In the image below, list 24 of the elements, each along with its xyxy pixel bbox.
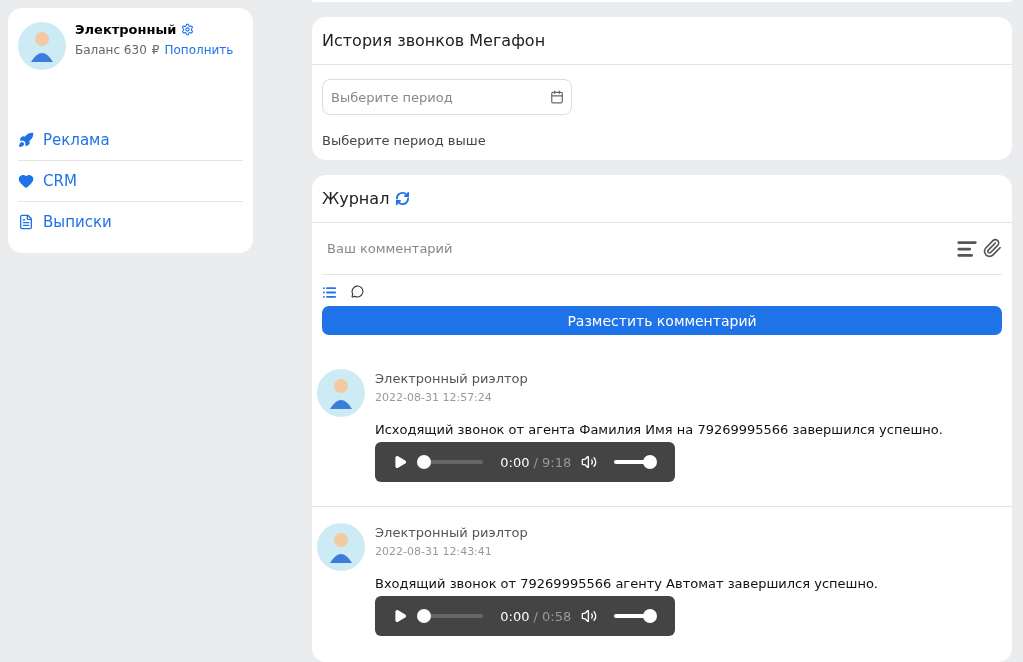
hint-text: Выберите период выше [322,133,487,148]
currency-sign: ₽ [151,43,160,57]
topup-link[interactable]: Пополнить [164,43,234,57]
period-field[interactable]: Выберите период [322,79,572,115]
balance-text: Баланс 630 [75,43,147,57]
submit-button[interactable]: Разместить комментарий [322,306,1002,335]
author-name: Электронный риэлтор [375,371,529,386]
author-name: Электронный риэлтор [375,525,529,540]
sidebar-link[interactable]: CRM [18,161,243,202]
user-name: Электронный [75,22,177,37]
sidebar-link[interactable]: Выписки [18,202,243,242]
current-time: 0:00 [500,454,530,470]
duration-time: / 0:58 [533,608,572,624]
current-time: 0:00 [500,608,530,624]
audio-player[interactable]: 0:00 / 9:18 [375,442,675,482]
entry-text: Входящий звонок от 79269995566 агенту Автомат завершился успешно. [375,576,878,591]
entry-text: Исходящий звонок от агента Фамилия Имя на 79269995566 завершился успешно. [375,422,943,437]
entry-time: 2022-08-31 12:43:41 [375,545,493,558]
sidebar-link[interactable]: Реклама [18,120,243,161]
card-title: Журнал [322,189,390,208]
audio-player[interactable]: 0:00 / 0:58 [375,596,675,636]
card-title: История звонков Мегафон [322,31,546,50]
duration-time: / 9:18 [533,454,572,470]
entry-time: 2022-08-31 12:57:24 [375,391,493,404]
